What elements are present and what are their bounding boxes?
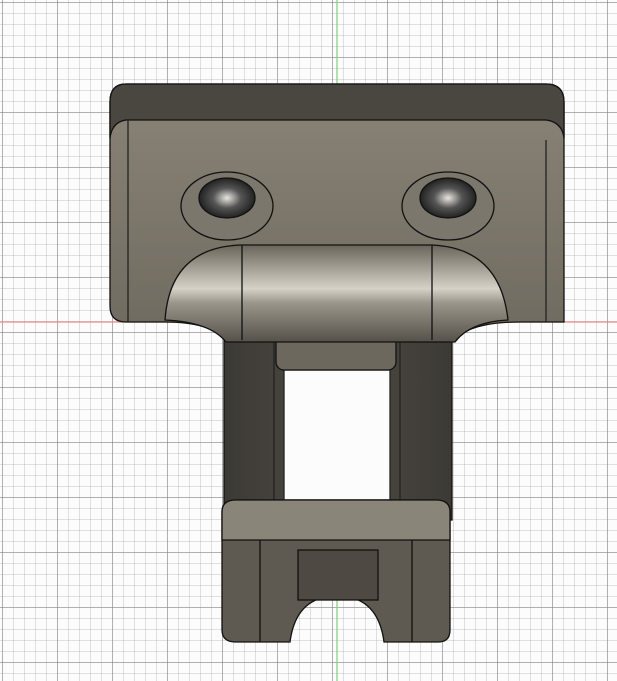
mount-hole-left	[198, 177, 256, 219]
mount-hole-right	[419, 177, 477, 219]
model-canvas	[0, 0, 617, 681]
hook-top-face	[221, 499, 451, 541]
cad-viewport[interactable]	[0, 0, 617, 681]
rounded-crossbar	[164, 244, 509, 343]
part-body[interactable]	[109, 83, 565, 643]
slot-opening	[283, 369, 391, 501]
hook-notch	[297, 549, 379, 601]
